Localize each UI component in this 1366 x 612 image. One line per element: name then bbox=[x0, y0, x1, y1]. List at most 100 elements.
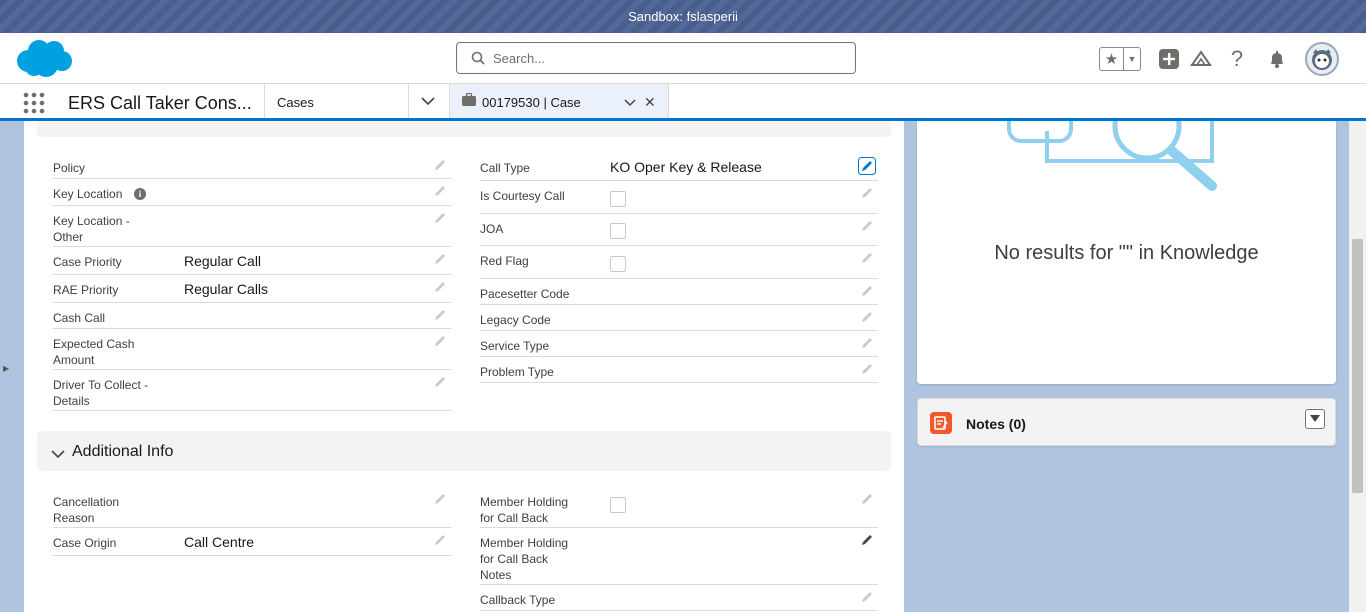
edit-pencil-icon[interactable] bbox=[860, 336, 874, 350]
favorites-star-icon[interactable]: ★ bbox=[1100, 48, 1124, 70]
edit-pencil-icon[interactable] bbox=[433, 492, 447, 506]
global-actions-plus-icon[interactable] bbox=[1157, 47, 1181, 71]
workspace-tab-case[interactable]: 00179530 | Case ✕ bbox=[449, 84, 669, 118]
field-label: Red Flag bbox=[480, 254, 529, 268]
field-cash-call: Cash Call bbox=[53, 310, 451, 329]
field-label: Service Type bbox=[480, 339, 550, 353]
app-name: ERS Call Taker Cons... bbox=[68, 93, 252, 113]
page-scrollbar[interactable] bbox=[1349, 121, 1366, 612]
field-label: RAE Priority bbox=[53, 283, 119, 297]
edit-pencil-icon[interactable] bbox=[860, 251, 874, 265]
field-case-priority: Case Priority Regular Call bbox=[53, 252, 451, 275]
checkbox-red-flag bbox=[610, 256, 626, 272]
search-input[interactable] bbox=[493, 50, 833, 66]
field-callback-type: Callback Type bbox=[480, 592, 878, 611]
edit-pencil-icon[interactable] bbox=[433, 375, 447, 389]
field-label: Problem Type bbox=[480, 365, 554, 379]
trailhead-icon[interactable] bbox=[1189, 47, 1213, 71]
field-expected-cash-amount: Expected Cash Amount bbox=[53, 336, 451, 370]
no-results-illustration bbox=[1007, 121, 1217, 191]
field-label: Policy bbox=[53, 161, 86, 175]
edit-pencil-icon[interactable] bbox=[860, 310, 874, 324]
field-label: Is Courtesy Call bbox=[480, 189, 565, 203]
favorites-dropdown-icon[interactable]: ▼ bbox=[1124, 48, 1140, 70]
field-label: Driver To Collect - Details bbox=[53, 378, 149, 408]
notifications-bell-icon[interactable] bbox=[1265, 47, 1289, 71]
edit-pencil-icon[interactable] bbox=[433, 533, 447, 547]
field-is-courtesy-call: Is Courtesy Call bbox=[480, 188, 878, 214]
field-pacesetter-code: Pacesetter Code bbox=[480, 286, 878, 305]
chevron-down-icon[interactable] bbox=[51, 447, 65, 461]
favorites-button[interactable]: ★ ▼ bbox=[1099, 47, 1141, 71]
section-header-details[interactable] bbox=[37, 121, 891, 137]
field-label: Case Priority bbox=[53, 255, 122, 269]
knowledge-card: No results for "" in Knowledge bbox=[917, 121, 1336, 384]
scrollbar-thumb[interactable] bbox=[1352, 239, 1363, 493]
edit-pencil-icon[interactable] bbox=[433, 184, 447, 198]
chevron-down-icon[interactable] bbox=[624, 96, 636, 108]
section-header-additional-info[interactable]: Additional Info bbox=[37, 431, 891, 471]
notes-card: Notes (0) bbox=[917, 398, 1336, 446]
edit-pencil-icon[interactable] bbox=[433, 158, 447, 172]
case-briefcase-icon bbox=[462, 93, 476, 106]
edit-pencil-icon[interactable] bbox=[858, 157, 876, 175]
notes-icon bbox=[930, 412, 952, 434]
field-member-holding-call-back: Member Holding for Call Back bbox=[480, 494, 878, 528]
field-policy: Policy bbox=[53, 160, 451, 179]
field-legacy-code: Legacy Code bbox=[480, 312, 878, 331]
field-value: Regular Calls bbox=[184, 281, 269, 297]
edit-pencil-icon[interactable] bbox=[433, 252, 447, 266]
global-search[interactable] bbox=[456, 42, 856, 74]
checkbox-joa bbox=[610, 223, 626, 239]
app-launcher-icon[interactable] bbox=[22, 91, 46, 115]
edit-pencil-icon[interactable] bbox=[860, 284, 874, 298]
field-key-location-other: Key Location - Other bbox=[53, 213, 451, 247]
field-label: Key Location - Other bbox=[53, 214, 130, 244]
edit-pencil-icon[interactable] bbox=[860, 492, 874, 506]
field-label: Expected Cash Amount bbox=[53, 337, 135, 367]
field-service-type: Service Type bbox=[480, 338, 878, 357]
edit-pencil-icon[interactable] bbox=[433, 308, 447, 322]
checkbox-member-holding bbox=[610, 497, 626, 513]
expand-arrow-icon[interactable]: ▶ bbox=[3, 364, 9, 373]
help-icon[interactable]: ? bbox=[1225, 46, 1249, 71]
utility-collapse-strip[interactable]: ▶ bbox=[0, 121, 12, 612]
field-joa: JOA bbox=[480, 221, 878, 246]
edit-pencil-icon[interactable] bbox=[433, 211, 447, 225]
notes-dropdown-button[interactable] bbox=[1305, 409, 1325, 429]
close-tab-icon[interactable]: ✕ bbox=[644, 94, 656, 111]
field-label: Call Type bbox=[480, 161, 530, 175]
field-value: Call Centre bbox=[184, 534, 255, 550]
edit-pencil-icon[interactable] bbox=[860, 362, 874, 376]
no-results-message: No results for "" in Knowledge bbox=[994, 242, 1259, 264]
notes-title[interactable]: Notes (0) bbox=[966, 416, 1026, 432]
field-label: Pacesetter Code bbox=[480, 287, 570, 301]
edit-pencil-icon[interactable] bbox=[860, 219, 874, 233]
chevron-down-icon bbox=[1310, 415, 1320, 422]
field-call-type: Call Type KO Oper Key & Release bbox=[480, 157, 878, 181]
user-avatar[interactable] bbox=[1305, 42, 1339, 76]
edit-pencil-icon[interactable] bbox=[433, 334, 447, 348]
edit-pencil-icon[interactable] bbox=[860, 186, 874, 200]
field-label: Case Origin bbox=[53, 536, 117, 550]
field-member-holding-notes: Member Holding for Call Back Notes bbox=[480, 535, 878, 585]
edit-pencil-icon[interactable] bbox=[860, 590, 874, 604]
field-label: Cash Call bbox=[53, 311, 106, 325]
field-rae-priority: RAE Priority Regular Calls bbox=[53, 280, 451, 303]
edit-pencil-icon[interactable] bbox=[433, 280, 447, 294]
global-header: ★ ▼ ? bbox=[0, 33, 1366, 84]
chevron-down-icon[interactable] bbox=[420, 93, 436, 109]
field-value: KO Oper Key & Release bbox=[610, 159, 762, 175]
nav-divider bbox=[408, 84, 409, 118]
sandbox-label: Sandbox: fslasperii bbox=[628, 9, 738, 24]
field-label: Member Holding for Call Back bbox=[480, 495, 569, 525]
salesforce-logo[interactable] bbox=[14, 37, 74, 79]
tab-cases[interactable]: Cases bbox=[277, 95, 314, 110]
field-label: JOA bbox=[480, 222, 504, 236]
edit-pencil-icon[interactable] bbox=[860, 533, 874, 547]
info-icon[interactable]: i bbox=[134, 188, 146, 200]
section-title: Additional Info bbox=[72, 443, 174, 460]
field-case-origin: Case Origin Call Centre bbox=[53, 533, 451, 556]
nav-divider bbox=[264, 84, 265, 118]
field-label: Legacy Code bbox=[480, 313, 551, 327]
